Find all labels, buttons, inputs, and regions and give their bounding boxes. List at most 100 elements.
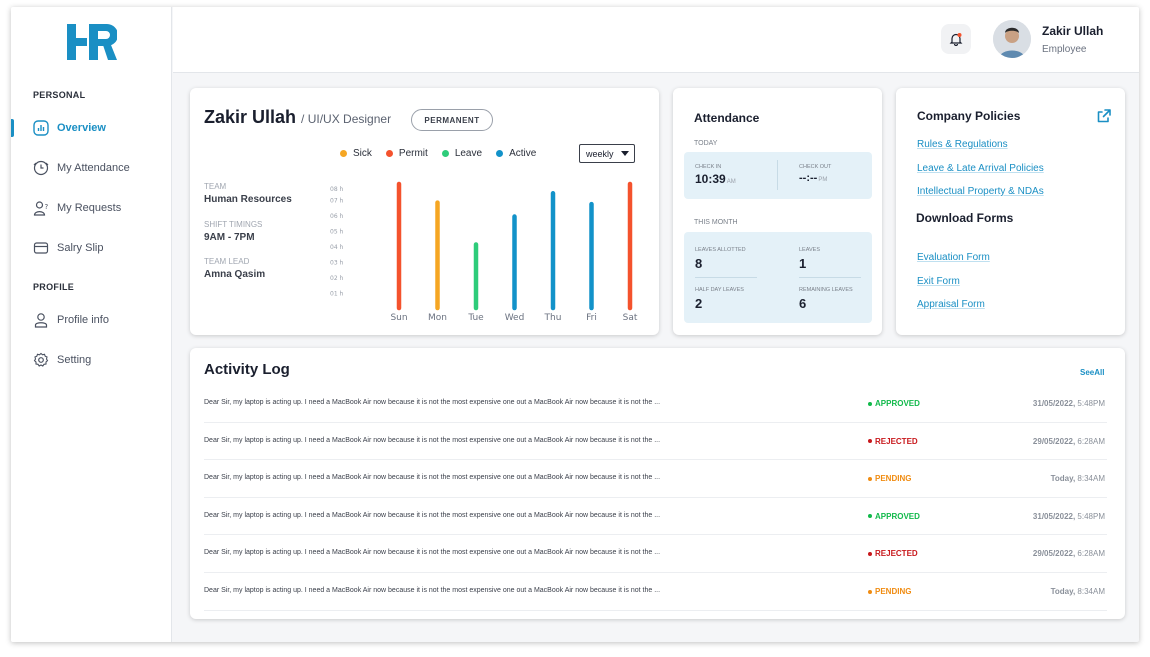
half-day-value: 2	[695, 296, 703, 311]
sidebar-item-label: Overview	[57, 122, 106, 134]
sidebar: PERSONAL Overview My Attendance ? My Req…	[11, 7, 172, 642]
activity-time: 5:48PM	[1077, 511, 1105, 521]
divider	[777, 160, 778, 190]
status-badge: REJECTED	[868, 549, 918, 558]
wallet-icon	[33, 242, 49, 254]
policy-link-ip[interactable]: Intellectual Property & NDAs	[917, 186, 1044, 197]
legend-item-sick: Sick	[340, 148, 372, 159]
leaves-label: LEAVES	[799, 247, 820, 253]
period-select[interactable]: weekly	[579, 144, 635, 163]
sidebar-item-label: My Requests	[57, 202, 122, 214]
legend-dot-permit	[385, 150, 393, 157]
active-indicator	[11, 119, 14, 137]
activity-date: 29/05/2022,	[1032, 549, 1076, 559]
y-tick-label: 04 h	[330, 244, 344, 251]
activity-row[interactable]: Dear Sir, my laptop is acting up. I need…	[204, 573, 1107, 611]
check-in-label: CHECK IN	[695, 164, 722, 170]
divider	[695, 277, 757, 278]
user-icon	[34, 313, 48, 328]
activity-message: Dear Sir, my laptop is acting up. I need…	[204, 474, 661, 482]
legend-dot-leave	[441, 150, 449, 157]
sidebar-item-label: Profile info	[57, 314, 109, 326]
employment-badge: PERMANENT	[411, 109, 493, 131]
top-header: Zakir Ullah Employee	[173, 7, 1139, 73]
svg-text:?: ?	[45, 203, 49, 211]
status-dot	[868, 476, 872, 481]
header-user-role: Employee	[1042, 44, 1087, 55]
leaves-value: 1	[799, 256, 807, 271]
notification-button[interactable]	[941, 24, 971, 54]
today-label: TODAY	[694, 140, 718, 147]
y-tick-label: 08 h	[330, 186, 344, 193]
check-in-value: 10:39	[695, 172, 726, 186]
form-link-appraisal[interactable]: Appraisal Form	[917, 299, 985, 310]
remaining-label: REMAINING LEAVES	[799, 287, 853, 293]
avatar[interactable]	[993, 20, 1031, 58]
activity-row[interactable]: Dear Sir, my laptop is acting up. I need…	[204, 385, 1107, 423]
activity-row[interactable]: Dear Sir, my laptop is acting up. I need…	[204, 423, 1107, 461]
y-tick-label: 03 h	[330, 260, 344, 267]
status-text: REJECTED	[875, 549, 918, 559]
attendance-title: Attendance	[694, 111, 760, 125]
legend-dot-active	[496, 150, 504, 157]
check-in-time: 10:39AM	[695, 172, 736, 186]
header-user-name[interactable]: Zakir Ullah	[1042, 24, 1103, 38]
x-tick-label: Wed	[505, 313, 525, 323]
leaves-allotted-label: LEAVES ALLOTTED	[695, 247, 746, 253]
x-tick-label: Thu	[544, 313, 562, 323]
activity-row[interactable]: Dear Sir, my laptop is acting up. I need…	[204, 535, 1107, 573]
legend-label: Leave	[454, 148, 483, 159]
activity-row[interactable]: Dear Sir, my laptop is acting up. I need…	[204, 460, 1107, 498]
team-value: Human Resources	[204, 194, 292, 205]
status-text: APPROVED	[875, 399, 920, 408]
profile-role: / UI/UX Designer	[301, 112, 392, 126]
chart-legend: Sick Permit Leave Active	[340, 148, 536, 159]
policy-link-rules[interactable]: Rules & Regulations	[917, 139, 1008, 150]
activity-time: 6:28AM	[1077, 436, 1105, 446]
forms-title: Download Forms	[916, 211, 1014, 225]
form-link-evaluation[interactable]: Evaluation Form	[917, 252, 990, 263]
sidebar-item-overview[interactable]: Overview	[11, 113, 172, 143]
form-link-exit[interactable]: Exit Form	[917, 276, 960, 287]
section-label-profile: PROFILE	[33, 282, 75, 292]
shift-value: 9AM - 7PM	[204, 232, 255, 243]
legend-dot-sick	[340, 150, 347, 157]
x-tick-label: Mon	[428, 313, 447, 323]
activity-message: Dear Sir, my laptop is acting up. I need…	[204, 511, 661, 519]
period-select-value: weekly	[586, 148, 614, 159]
legend-label: Permit	[398, 148, 428, 159]
policies-title: Company Policies	[917, 109, 1021, 123]
y-tick-label: 05 h	[330, 229, 344, 236]
profile-card: Zakir Ullah / UI/UX Designer PERMANENT T…	[190, 88, 659, 335]
activity-date: Today,	[1050, 587, 1076, 596]
activity-date: 31/05/2022,	[1032, 399, 1076, 408]
sidebar-item-my-requests[interactable]: ? My Requests	[11, 193, 172, 223]
activity-message: Dear Sir, my laptop is acting up. I need…	[204, 399, 661, 406]
activity-date: 31/05/2022,	[1032, 511, 1076, 521]
activity-row[interactable]: Dear Sir, my laptop is acting up. I need…	[204, 498, 1107, 536]
see-all-link[interactable]: SeeAll	[1080, 368, 1104, 377]
status-text: REJECTED	[875, 436, 918, 446]
today-box: CHECK IN 10:39AM CHECK OUT --:--PM	[684, 152, 872, 199]
sidebar-item-label: Salry Slip	[57, 242, 104, 254]
team-label: TEAM	[204, 182, 227, 191]
activity-message: Dear Sir, my laptop is acting up. I need…	[204, 587, 661, 594]
external-link-icon[interactable]	[1096, 108, 1112, 124]
bell-icon	[949, 33, 963, 46]
app-window: PERSONAL Overview My Attendance ? My Req…	[11, 7, 1139, 642]
status-text: PENDING	[875, 587, 912, 596]
status-dot	[868, 401, 872, 406]
section-label-personal: PERSONAL	[33, 90, 86, 100]
sidebar-item-salary-slip[interactable]: Salry Slip	[11, 233, 172, 263]
hr-logo[interactable]	[67, 24, 117, 60]
sidebar-item-my-attendance[interactable]: My Attendance	[11, 153, 172, 183]
check-out-ampm: PM	[818, 177, 828, 183]
lead-value: Amna Qasim	[204, 269, 266, 280]
sidebar-item-profile-info[interactable]: Profile info	[11, 305, 172, 335]
chart-icon	[33, 120, 49, 136]
activity-timestamp: 31/05/2022, 5:48PM	[1033, 399, 1105, 408]
policy-link-leave[interactable]: Leave & Late Arrival Policies	[917, 163, 1044, 174]
half-day-label: HALF DAY LEAVES	[695, 287, 744, 293]
sidebar-item-setting[interactable]: Setting	[11, 345, 172, 375]
weekly-hours-chart: 08 h 07 h 06 h 05 h 04 h 03 h 02 h 01 h Sun Mon Tu…	[330, 181, 638, 323]
